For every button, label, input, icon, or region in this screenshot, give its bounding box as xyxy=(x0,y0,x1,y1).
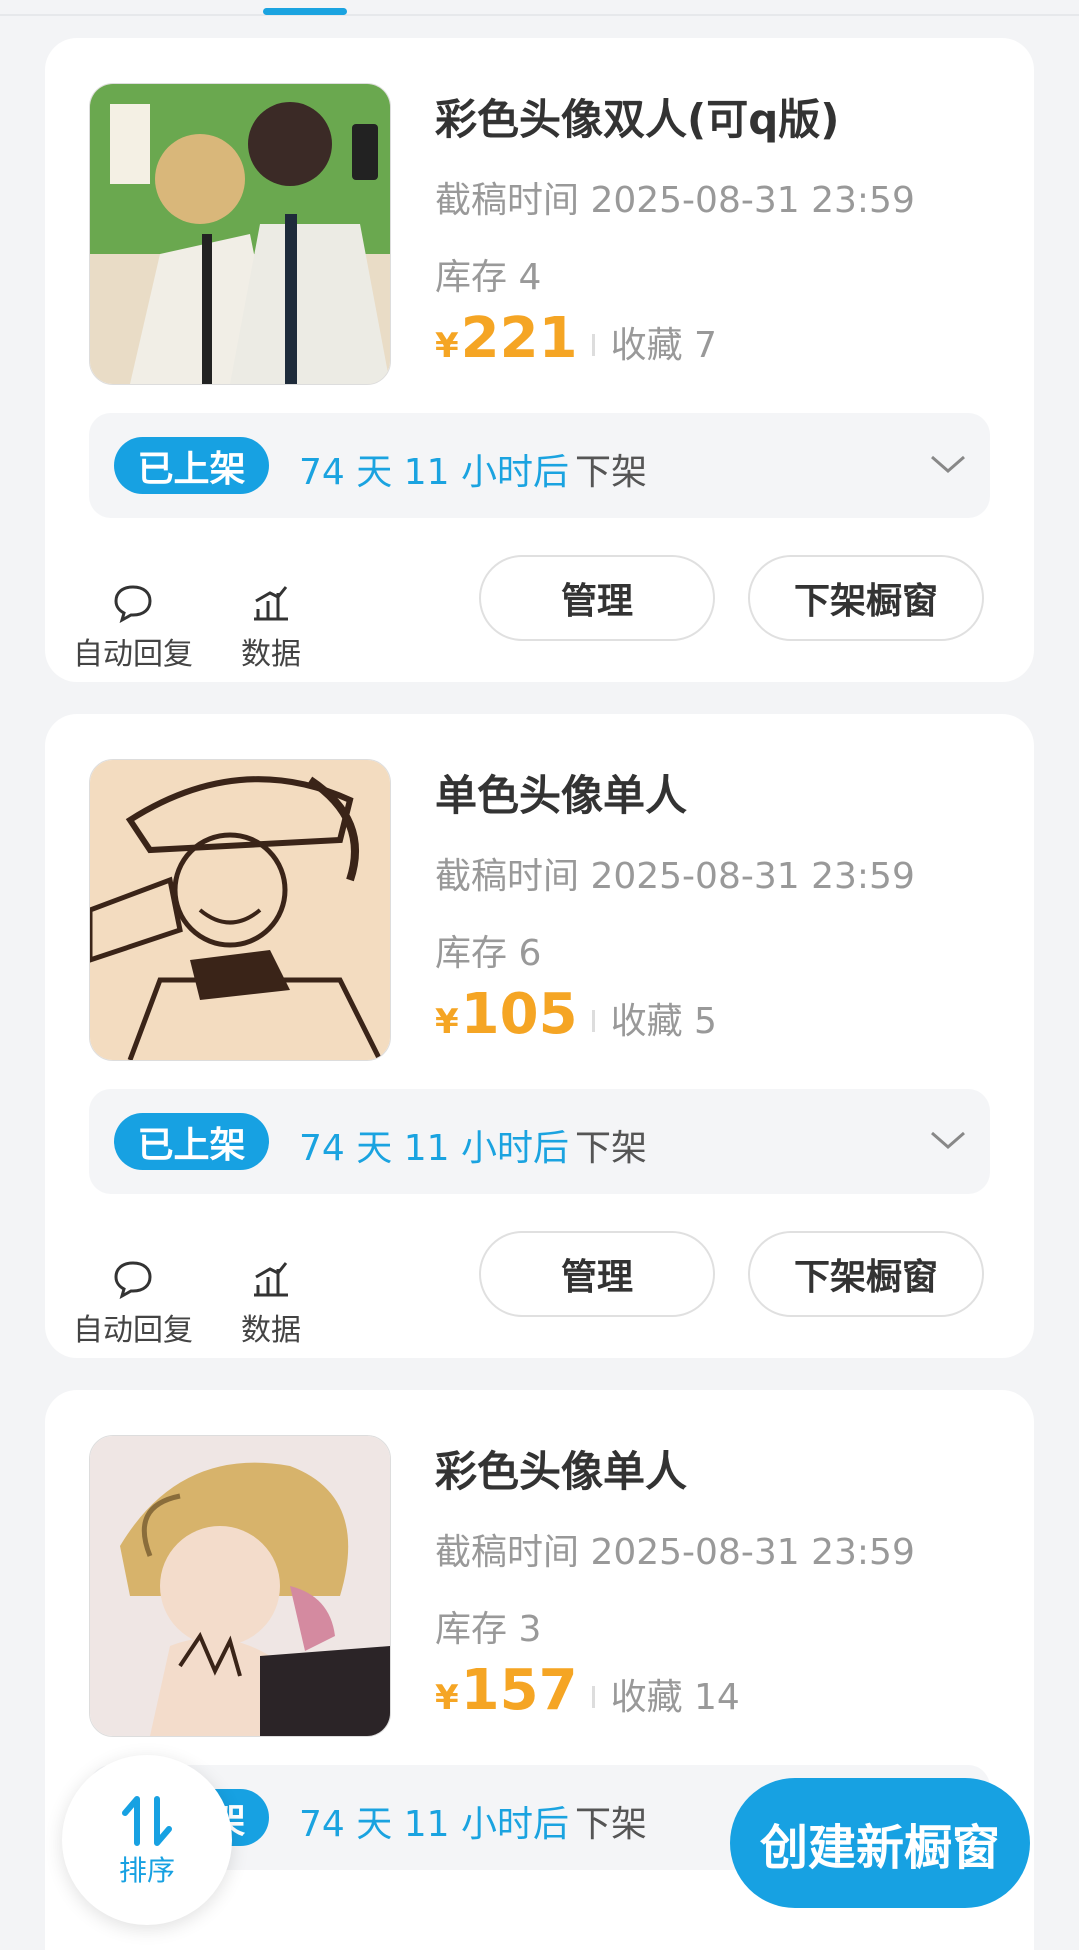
divider xyxy=(591,334,595,356)
countdown-time: 74 天 11 小时后 xyxy=(299,1128,569,1169)
delist-button[interactable]: 下架橱窗 xyxy=(748,1231,984,1317)
countdown-text: 74 天 11 小时后 下架 xyxy=(299,1119,647,1171)
stock-text: 库存 6 xyxy=(435,933,542,974)
price-row: ¥ 221 收藏 7 xyxy=(435,306,717,376)
countdown-time: 74 天 11 小时后 xyxy=(299,1804,569,1845)
data-label: 数据 xyxy=(241,637,301,672)
data-label: 数据 xyxy=(241,1313,301,1348)
chevron-down-icon[interactable] xyxy=(928,1125,968,1155)
divider xyxy=(591,1010,595,1032)
manage-button[interactable]: 管理 xyxy=(479,555,715,641)
price-row: ¥ 157 收藏 14 xyxy=(435,1658,740,1728)
top-divider xyxy=(0,14,1079,16)
artwork-thumbnail[interactable] xyxy=(89,1435,391,1737)
price-value: 105 xyxy=(460,982,578,1047)
listing-title: 彩色头像双人(可q版) xyxy=(435,95,840,144)
currency-symbol: ¥ xyxy=(435,1678,459,1718)
active-tab-indicator xyxy=(263,8,347,15)
deadline-text: 截稿时间 2025-08-31 23:59 xyxy=(435,856,915,897)
listing-card: 彩色头像双人(可q版) 截稿时间 2025-08-31 23:59 库存 4 ¥… xyxy=(45,38,1034,682)
countdown-time: 74 天 11 小时后 xyxy=(299,452,569,493)
chat-bubble-icon xyxy=(114,1261,152,1299)
sort-button[interactable]: 排序 xyxy=(62,1755,232,1925)
auto-reply-label: 自动回复 xyxy=(73,637,193,672)
listing-title: 单色头像单人 xyxy=(435,771,688,820)
manage-button[interactable]: 管理 xyxy=(479,1231,715,1317)
listing-title: 彩色头像单人 xyxy=(435,1447,688,1496)
price-value: 221 xyxy=(460,306,578,371)
auto-reply-button[interactable]: 自动回复 xyxy=(68,1259,198,1349)
countdown-suffix: 下架 xyxy=(574,1804,647,1845)
chevron-down-icon[interactable] xyxy=(928,449,968,479)
bar-chart-icon xyxy=(254,586,288,621)
artwork-thumbnail[interactable] xyxy=(89,759,391,1061)
favorites-count: 收藏 5 xyxy=(610,1001,717,1042)
status-bar[interactable]: 已上架 74 天 11 小时后下架 xyxy=(89,1089,990,1194)
listing-card: 单色头像单人 截稿时间 2025-08-31 23:59 库存 6 ¥ 105 … xyxy=(45,714,1034,1358)
create-showcase-button[interactable]: 创建新橱窗 xyxy=(730,1778,1030,1908)
auto-reply-label: 自动回复 xyxy=(73,1313,193,1348)
sort-arrows-icon xyxy=(122,1796,172,1846)
currency-symbol: ¥ xyxy=(435,326,459,366)
countdown-text: 74 天 11 小时后 下架 xyxy=(299,1795,647,1847)
bar-chart-icon xyxy=(254,1262,288,1297)
status-badge: 已上架 xyxy=(114,1113,269,1170)
status-bar[interactable]: 已上架 74 天 11 小时后下架 xyxy=(89,413,990,518)
countdown-suffix: 下架 xyxy=(574,452,647,493)
artwork-thumbnail[interactable] xyxy=(89,83,391,385)
deadline-text: 截稿时间 2025-08-31 23:59 xyxy=(435,1532,915,1573)
delist-button[interactable]: 下架橱窗 xyxy=(748,555,984,641)
data-button[interactable]: 数据 xyxy=(206,1259,336,1349)
status-badge: 已上架 xyxy=(114,437,269,494)
sort-label: 排序 xyxy=(118,1854,175,1887)
countdown-text: 74 天 11 小时后 下架 xyxy=(299,443,647,495)
currency-symbol: ¥ xyxy=(435,1002,459,1042)
favorites-count: 收藏 14 xyxy=(610,1677,740,1718)
price-row: ¥ 105 收藏 5 xyxy=(435,982,717,1052)
price-value: 157 xyxy=(460,1658,578,1723)
chat-bubble-icon xyxy=(114,585,152,623)
countdown-suffix: 下架 xyxy=(574,1128,647,1169)
stock-text: 库存 3 xyxy=(435,1609,542,1650)
favorites-count: 收藏 7 xyxy=(610,325,717,366)
auto-reply-button[interactable]: 自动回复 xyxy=(68,583,198,673)
divider xyxy=(591,1686,595,1708)
data-button[interactable]: 数据 xyxy=(206,583,336,673)
deadline-text: 截稿时间 2025-08-31 23:59 xyxy=(435,180,915,221)
stock-text: 库存 4 xyxy=(435,257,542,298)
